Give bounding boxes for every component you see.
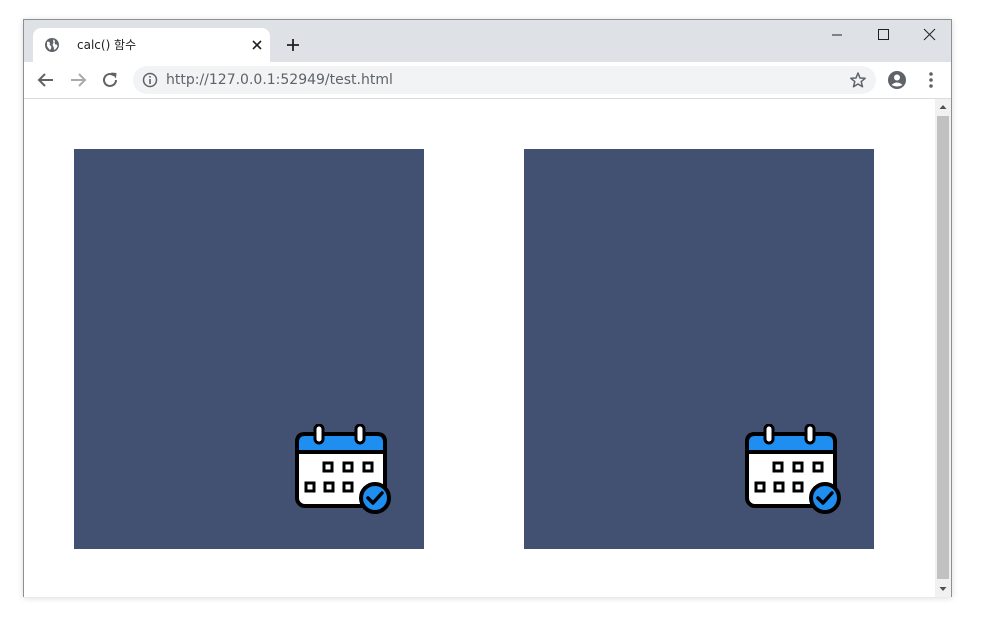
- back-arrow-icon[interactable]: [36, 70, 56, 90]
- tab-title: calc() 함수: [77, 38, 137, 52]
- vertical-scrollbar[interactable]: [935, 99, 951, 597]
- tab-active[interactable]: calc() 함수: [33, 28, 270, 62]
- bookmark-star-icon[interactable]: [849, 71, 867, 89]
- scroll-down-arrow-icon[interactable]: [935, 581, 951, 597]
- forward-arrow-icon[interactable]: [68, 70, 88, 90]
- globe-icon: [45, 38, 59, 52]
- tab-close-icon[interactable]: [249, 37, 265, 53]
- browser-window: calc() 함수 http://127.0.0.1:52949/test.ht…: [23, 19, 952, 597]
- close-icon[interactable]: [906, 20, 952, 50]
- browser-toolbar: http://127.0.0.1:52949/test.html: [24, 62, 951, 99]
- content-box-1: [74, 149, 424, 549]
- calendar-check-icon: [745, 424, 841, 514]
- new-tab-icon[interactable]: [284, 36, 302, 54]
- url-text[interactable]: http://127.0.0.1:52949/test.html: [166, 72, 393, 88]
- maximize-icon[interactable]: [860, 20, 906, 50]
- content-box-2: [524, 149, 874, 549]
- calendar-check-icon: [295, 424, 391, 514]
- page-viewport: [24, 99, 935, 597]
- profile-icon[interactable]: [887, 70, 907, 90]
- info-icon[interactable]: [142, 72, 158, 88]
- minimize-icon[interactable]: [814, 20, 860, 50]
- scroll-thumb[interactable]: [937, 116, 949, 579]
- reload-icon[interactable]: [100, 70, 120, 90]
- more-menu-icon[interactable]: [922, 70, 940, 90]
- scroll-up-arrow-icon[interactable]: [935, 99, 951, 115]
- address-bar[interactable]: http://127.0.0.1:52949/test.html: [133, 66, 876, 94]
- title-bar: calc() 함수: [24, 20, 951, 62]
